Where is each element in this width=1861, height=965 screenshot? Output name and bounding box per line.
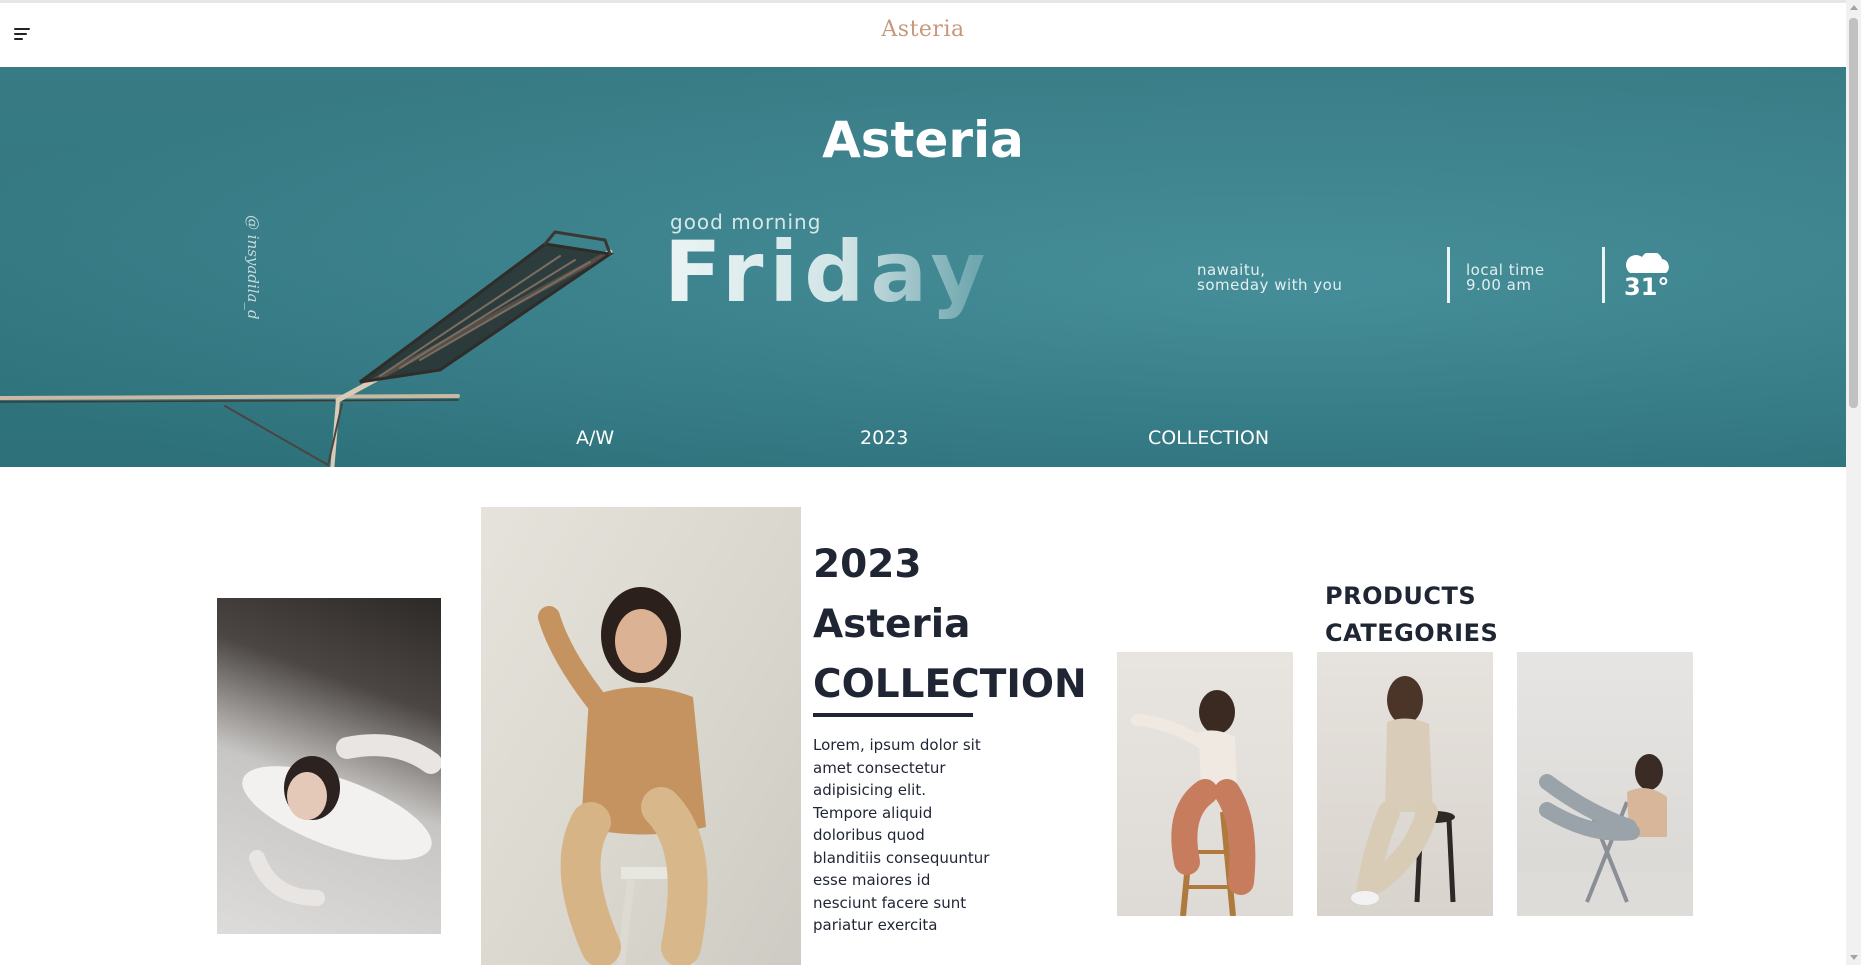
- hero-title: Asteria: [822, 111, 1024, 169]
- instagram-handle: @ insyadila_d: [244, 215, 262, 320]
- model-photo-featured: [481, 507, 801, 965]
- vertical-scrollbar[interactable]: [1846, 0, 1861, 965]
- swing-illustration: [0, 230, 614, 467]
- hero-day: Friday: [664, 223, 992, 321]
- hero-tag-year: 2023: [860, 427, 909, 449]
- category-photo-2[interactable]: [1317, 652, 1493, 916]
- divider: [1602, 247, 1605, 303]
- products-heading-line: CATEGORIES: [1325, 619, 1499, 647]
- model-photo-lying: [217, 598, 441, 934]
- category-photo-3[interactable]: [1517, 652, 1693, 916]
- collection-title-line: 2023: [813, 542, 922, 587]
- hero-banner: @ insyadila_d Asteria good morning Frida…: [0, 67, 1846, 467]
- temperature: 31°: [1624, 273, 1670, 301]
- divider: [1447, 247, 1450, 303]
- site-logo[interactable]: Asteria: [0, 17, 1846, 42]
- cloud-icon: [1626, 253, 1669, 273]
- products-categories-heading: PRODUCTS CATEGORIES: [1325, 578, 1498, 652]
- title-underline: [813, 713, 973, 717]
- local-time-value: 9.00 am: [1466, 276, 1532, 294]
- products-heading-line: PRODUCTS: [1325, 582, 1477, 610]
- hero-tag-collection: COLLECTION: [1148, 427, 1270, 449]
- hero-location: nawaitu, someday with you: [1197, 263, 1342, 293]
- category-photo-1[interactable]: [1117, 652, 1293, 916]
- scroll-up-arrow-icon[interactable]: [1850, 5, 1858, 10]
- hero-local-time: local time 9.00 am: [1466, 263, 1545, 293]
- collection-title-line: Asteria: [813, 602, 971, 647]
- collection-title: 2023 Asteria COLLECTION: [813, 535, 1087, 715]
- site-header: Asteria: [0, 3, 1846, 68]
- location-line-2: someday with you: [1197, 276, 1343, 294]
- hero-tag-season: A/W: [576, 427, 615, 449]
- collection-title-line: COLLECTION: [813, 662, 1087, 707]
- collection-description: Lorem, ipsum dolor sit amet consectetur …: [813, 736, 990, 934]
- scrollbar-thumb[interactable]: [1849, 18, 1858, 408]
- scroll-down-arrow-icon[interactable]: [1850, 955, 1858, 960]
